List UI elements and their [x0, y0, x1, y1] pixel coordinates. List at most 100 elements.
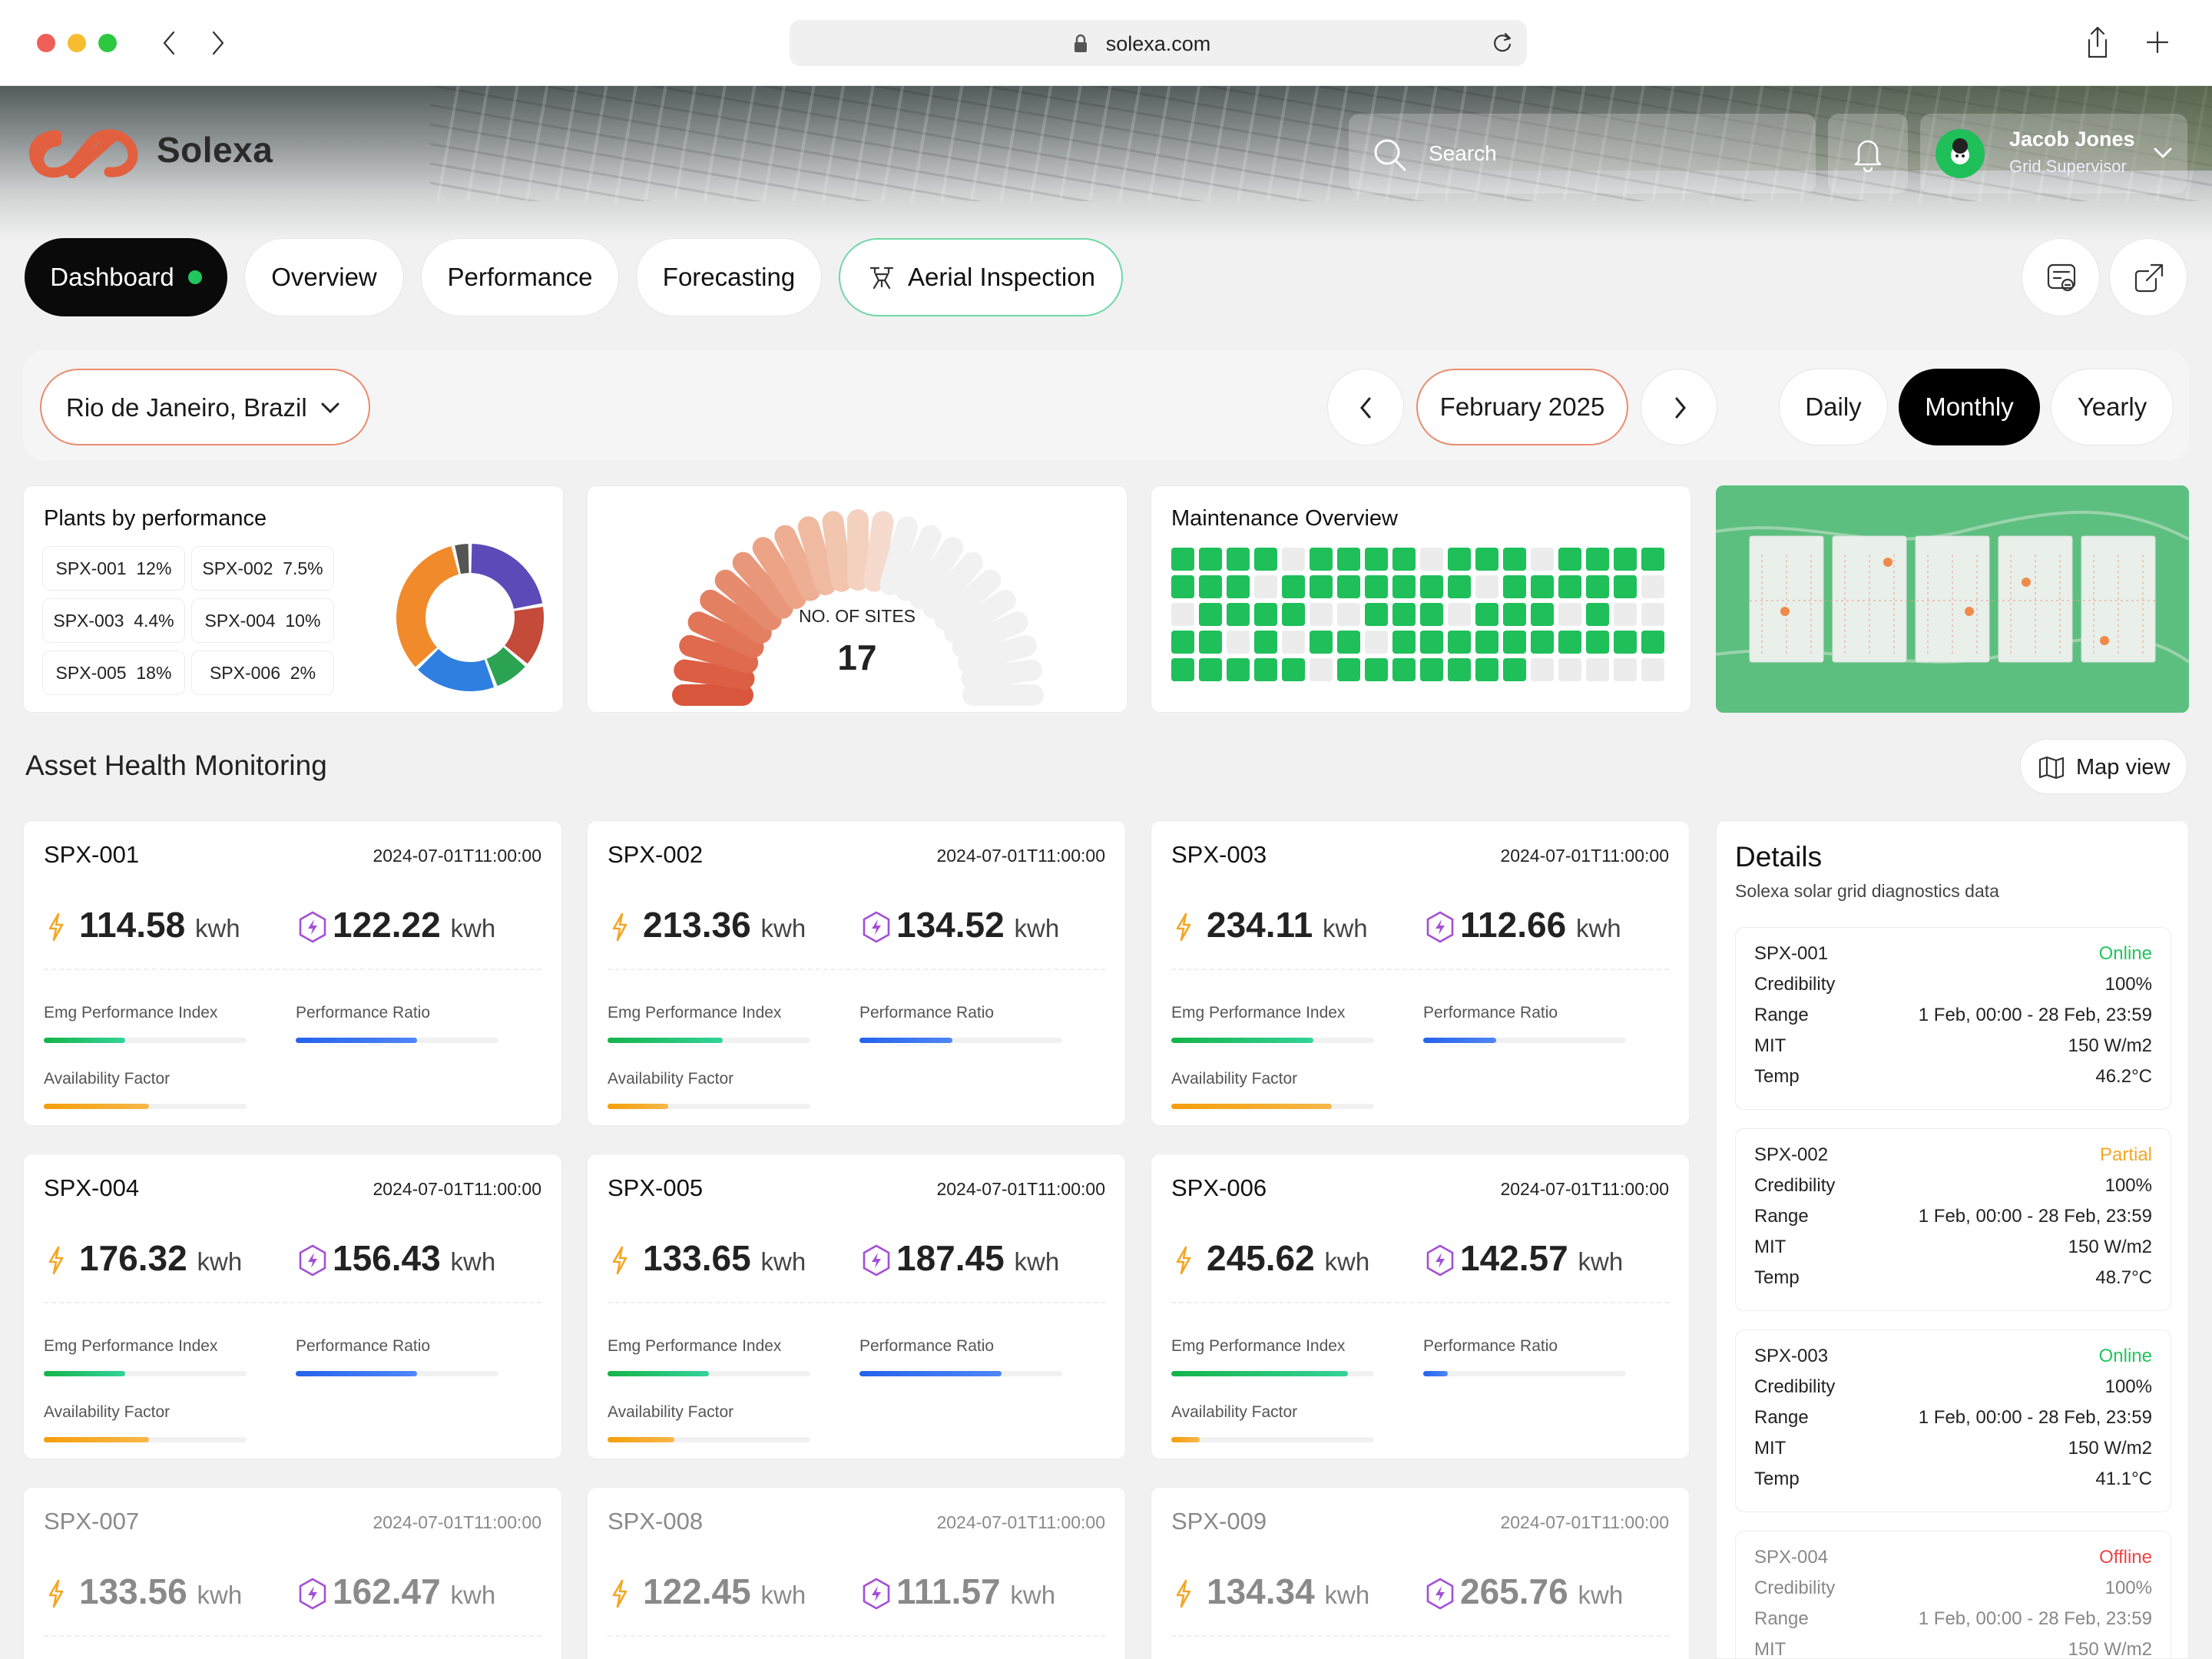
maintenance-cell[interactable]	[1337, 603, 1360, 626]
maintenance-cell[interactable]	[1365, 631, 1388, 654]
back-icon[interactable]	[158, 29, 180, 57]
maintenance-cell[interactable]	[1531, 631, 1554, 654]
external-link-button[interactable]	[2109, 238, 2187, 316]
maintenance-cell[interactable]	[1531, 658, 1554, 681]
plant-chip[interactable]: SPX-006 2%	[191, 651, 334, 695]
maintenance-cell[interactable]	[1171, 603, 1194, 626]
maintenance-cell[interactable]	[1199, 631, 1222, 654]
maintenance-cell[interactable]	[1282, 548, 1305, 571]
plant-chip[interactable]: SPX-005 18%	[42, 651, 185, 695]
plant-chip[interactable]: SPX-001 12%	[42, 546, 185, 591]
maintenance-cell[interactable]	[1254, 575, 1277, 598]
maintenance-cell[interactable]	[1392, 548, 1416, 571]
report-button[interactable]	[2022, 238, 2100, 316]
maintenance-cell[interactable]	[1254, 548, 1277, 571]
forward-icon[interactable]	[207, 29, 229, 57]
maintenance-cell[interactable]	[1558, 658, 1581, 681]
maintenance-cell[interactable]	[1503, 603, 1526, 626]
maintenance-cell[interactable]	[1531, 603, 1554, 626]
maintenance-cell[interactable]	[1337, 575, 1360, 598]
maintenance-cell[interactable]	[1531, 548, 1554, 571]
maintenance-cell[interactable]	[1558, 548, 1581, 571]
maintenance-cell[interactable]	[1448, 603, 1471, 626]
maintenance-cell[interactable]	[1586, 575, 1609, 598]
maintenance-cell[interactable]	[1614, 603, 1637, 626]
maintenance-cell[interactable]	[1282, 603, 1305, 626]
maintenance-cell[interactable]	[1282, 575, 1305, 598]
maintenance-cell[interactable]	[1503, 658, 1526, 681]
detail-card-spx-001[interactable]: SPX-001 Online Credibility 100% Range 1 Feb, …	[1735, 927, 2171, 1110]
asset-card-spx-009[interactable]: SPX-009 2024-07-01T11:00:00 134.34 kwh 2…	[1151, 1487, 1690, 1659]
minimize-window-icon[interactable]	[68, 34, 86, 52]
maintenance-cell[interactable]	[1199, 548, 1222, 571]
maintenance-cell[interactable]	[1365, 603, 1388, 626]
asset-card-spx-002[interactable]: SPX-002 2024-07-01T11:00:00 213.36 kwh 1…	[587, 820, 1126, 1126]
maintenance-cell[interactable]	[1199, 575, 1222, 598]
maintenance-cell[interactable]	[1503, 548, 1526, 571]
maintenance-cell[interactable]	[1614, 575, 1637, 598]
maintenance-cell[interactable]	[1614, 658, 1637, 681]
maintenance-cell[interactable]	[1392, 575, 1416, 598]
zoom-window-icon[interactable]	[98, 34, 117, 52]
maintenance-cell[interactable]	[1420, 631, 1443, 654]
maintenance-cell[interactable]	[1365, 658, 1388, 681]
maintenance-cell[interactable]	[1641, 548, 1664, 571]
maintenance-cell[interactable]	[1171, 658, 1194, 681]
new-tab-icon[interactable]	[2144, 29, 2171, 55]
maintenance-cell[interactable]	[1475, 658, 1498, 681]
maintenance-cell[interactable]	[1227, 548, 1250, 571]
maintenance-cell[interactable]	[1448, 548, 1471, 571]
notifications-button[interactable]	[1828, 114, 1908, 194]
maintenance-cell[interactable]	[1641, 658, 1664, 681]
maintenance-cell[interactable]	[1310, 575, 1333, 598]
maintenance-cell[interactable]	[1448, 658, 1471, 681]
maintenance-cell[interactable]	[1310, 603, 1333, 626]
donut-slice-spx-005[interactable]	[396, 546, 459, 667]
maintenance-cell[interactable]	[1337, 548, 1360, 571]
next-period-button[interactable]	[1641, 369, 1717, 445]
maintenance-cell[interactable]	[1503, 575, 1526, 598]
close-window-icon[interactable]	[37, 34, 55, 52]
maintenance-cell[interactable]	[1227, 631, 1250, 654]
address-bar[interactable]: solexa.com	[790, 20, 1527, 66]
detail-card-spx-002[interactable]: SPX-002 Partial Credibility 100% Range 1 Feb,…	[1735, 1128, 2171, 1311]
maintenance-cell[interactable]	[1614, 548, 1637, 571]
asset-card-spx-008[interactable]: SPX-008 2024-07-01T11:00:00 122.45 kwh 1…	[587, 1487, 1126, 1659]
maintenance-cell[interactable]	[1227, 658, 1250, 681]
maintenance-cell[interactable]	[1171, 548, 1194, 571]
maintenance-cell[interactable]	[1558, 575, 1581, 598]
donut-slice-spx-001[interactable]	[471, 544, 543, 609]
tab-dashboard[interactable]: Dashboard	[25, 238, 227, 316]
maintenance-cell[interactable]	[1282, 658, 1305, 681]
maintenance-cell[interactable]	[1282, 631, 1305, 654]
maintenance-cell[interactable]	[1392, 603, 1416, 626]
user-menu[interactable]: Jacob Jones Grid Supervisor	[1920, 114, 2187, 194]
plant-chip[interactable]: SPX-003 4.4%	[42, 598, 185, 643]
maintenance-cell[interactable]	[1420, 603, 1443, 626]
maintenance-cell[interactable]	[1641, 631, 1664, 654]
detail-card-spx-004[interactable]: SPX-004 Offline Credibility 100% Range 1 Feb,…	[1735, 1531, 2171, 1658]
range-yearly[interactable]: Yearly	[2051, 369, 2174, 445]
maintenance-cell[interactable]	[1337, 658, 1360, 681]
maintenance-cell[interactable]	[1337, 631, 1360, 654]
maintenance-cell[interactable]	[1392, 658, 1416, 681]
tab-forecasting[interactable]: Forecasting	[636, 238, 822, 316]
location-select[interactable]: Rio de Janeiro, Brazil	[40, 369, 370, 445]
solexa-logo-icon[interactable]	[23, 129, 146, 178]
maintenance-cell[interactable]	[1254, 603, 1277, 626]
range-daily[interactable]: Daily	[1779, 369, 1888, 445]
maintenance-cell[interactable]	[1171, 631, 1194, 654]
maintenance-cell[interactable]	[1586, 658, 1609, 681]
tab-overview[interactable]: Overview	[244, 238, 404, 316]
maintenance-cell[interactable]	[1586, 631, 1609, 654]
maintenance-cell[interactable]	[1475, 575, 1498, 598]
maintenance-cell[interactable]	[1475, 631, 1498, 654]
maintenance-cell[interactable]	[1310, 658, 1333, 681]
range-monthly[interactable]: Monthly	[1899, 369, 2040, 445]
maintenance-cell[interactable]	[1420, 658, 1443, 681]
maintenance-cell[interactable]	[1448, 631, 1471, 654]
maintenance-cell[interactable]	[1365, 548, 1388, 571]
asset-card-spx-007[interactable]: SPX-007 2024-07-01T11:00:00 133.56 kwh 1…	[23, 1487, 562, 1659]
maintenance-cell[interactable]	[1254, 631, 1277, 654]
tab-performance[interactable]: Performance	[421, 238, 619, 316]
